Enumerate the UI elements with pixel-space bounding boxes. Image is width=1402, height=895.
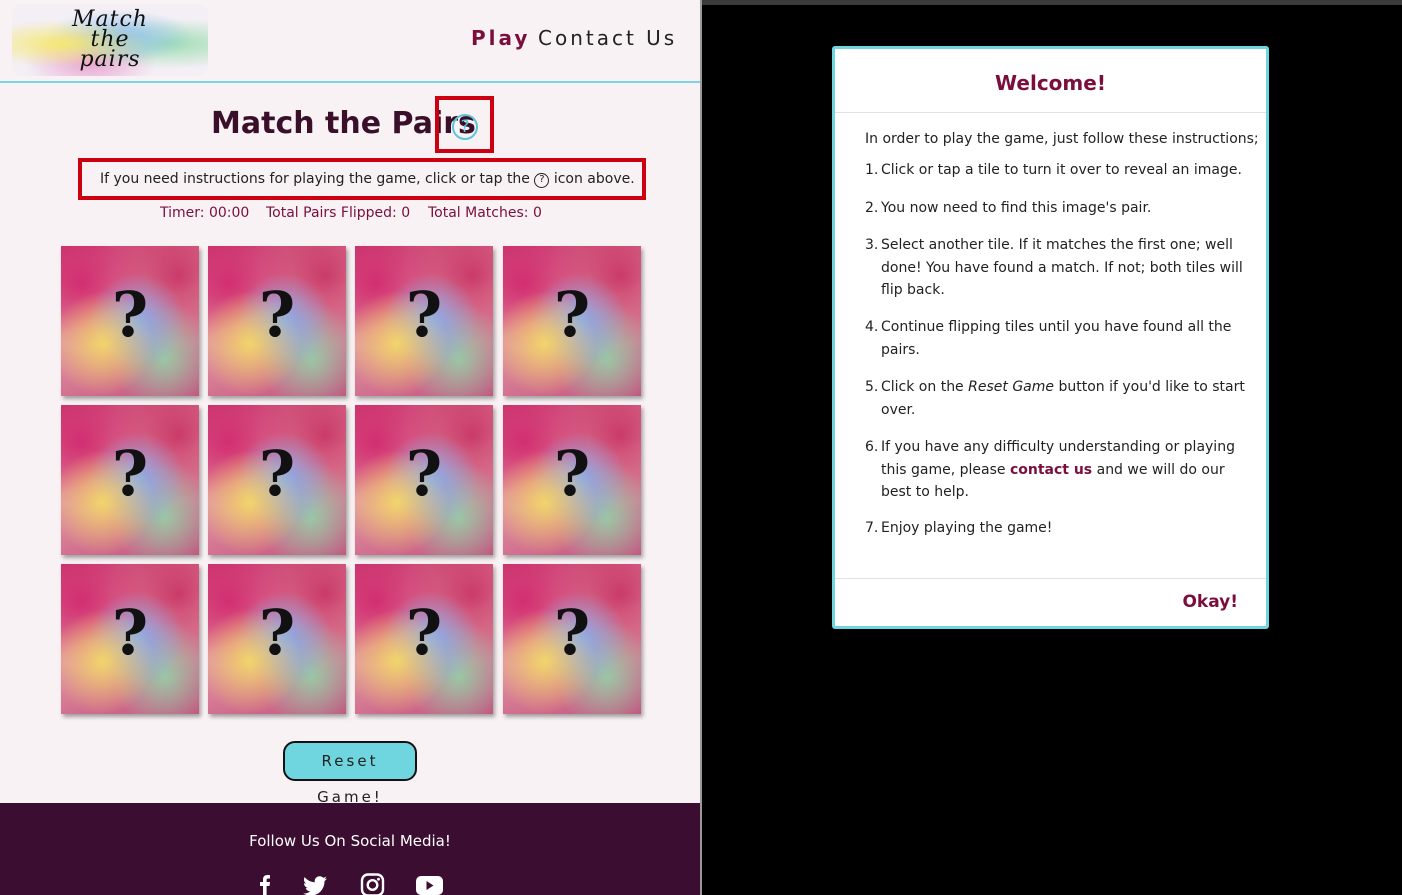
tile-question-mark: ? xyxy=(553,278,591,351)
game-tile[interactable]: ? xyxy=(61,246,199,396)
navbar: Match the pairs Play Contact Us xyxy=(0,0,700,83)
top-shadow-bar xyxy=(702,0,1402,5)
tile-question-mark: ? xyxy=(111,437,149,510)
instruction-step: 4. Continue flipping tiles until you hav… xyxy=(865,316,1249,361)
step-text: If you have any difficulty understanding… xyxy=(865,436,1249,504)
step-number: 1. xyxy=(865,162,879,178)
site-logo[interactable]: Match the pairs xyxy=(12,4,208,76)
modal-header: Welcome! xyxy=(835,49,1266,113)
game-tile[interactable]: ? xyxy=(355,246,493,396)
tile-question-mark: ? xyxy=(111,596,149,669)
game-tile[interactable]: ? xyxy=(61,405,199,555)
tile-question-mark: ? xyxy=(258,596,296,669)
matches-stat: Total Matches: 0 xyxy=(428,205,542,221)
help-highlight-box: ? xyxy=(435,96,494,153)
contact-us-link[interactable]: contact us xyxy=(1010,462,1092,478)
step-text: Continue flipping tiles until you have f… xyxy=(881,319,1232,358)
help-question-icon[interactable]: ? xyxy=(452,114,478,140)
logo-text: Match the pairs xyxy=(12,9,208,72)
tile-question-mark: ? xyxy=(405,437,443,510)
footer-follow-text: Follow Us On Social Media! xyxy=(249,832,451,850)
okay-button[interactable]: Okay! xyxy=(1182,592,1238,612)
instruction-step: 6. If you have any difficulty understand… xyxy=(865,436,1249,504)
step-text: Click or tap a tile to turn it over to r… xyxy=(881,162,1242,178)
instruction-step: 1. Click or tap a tile to turn it over t… xyxy=(865,159,1249,182)
game-tile[interactable]: ? xyxy=(61,564,199,714)
tile-question-mark: ? xyxy=(553,437,591,510)
game-tile[interactable]: ? xyxy=(503,246,641,396)
youtube-icon[interactable] xyxy=(414,873,444,895)
step-text: You now need to find this image's pair. xyxy=(881,200,1152,216)
game-tile[interactable]: ? xyxy=(355,405,493,555)
modal-title: Welcome! xyxy=(995,71,1106,95)
instructions-hint-end: icon above. xyxy=(553,171,635,187)
step-number: 7. xyxy=(865,520,879,536)
tile-question-mark: ? xyxy=(405,278,443,351)
twitter-icon[interactable] xyxy=(300,873,330,895)
logo-line-3: pairs xyxy=(79,47,141,72)
facebook-icon[interactable] xyxy=(250,873,280,895)
instructions-hint-text: If you need instructions for playing the… xyxy=(100,171,530,187)
tile-question-mark: ? xyxy=(258,437,296,510)
step-number: 3. xyxy=(865,237,879,253)
game-tile[interactable]: ? xyxy=(208,405,346,555)
nav-contact-link[interactable]: Contact Us xyxy=(538,26,677,50)
instruction-step: 7. Enjoy playing the game! xyxy=(865,517,1249,540)
game-tile[interactable]: ? xyxy=(503,564,641,714)
tile-question-mark: ? xyxy=(258,278,296,351)
instagram-icon[interactable] xyxy=(357,873,387,895)
step-text: Select another tile. If it matches the f… xyxy=(881,237,1243,298)
nav-play-link[interactable]: Play xyxy=(471,26,530,50)
game-tile[interactable]: ? xyxy=(503,405,641,555)
modal-footer-divider xyxy=(835,578,1266,579)
panel-divider xyxy=(700,0,702,895)
modal-intro: In order to play the game, just follow t… xyxy=(865,131,1259,147)
step-number: 2. xyxy=(865,200,879,216)
step-text: Enjoy playing the game! xyxy=(881,520,1053,536)
step-number: 6. xyxy=(865,439,879,455)
instruction-step: 5. Click on the Reset Game button if you… xyxy=(865,376,1249,421)
step-text: Click on the Reset Game button if you'd … xyxy=(865,376,1249,421)
instruction-step: 2. You now need to find this image's pai… xyxy=(865,197,1249,220)
timer-stat: Timer: 00:00 xyxy=(160,205,250,221)
game-tile[interactable]: ? xyxy=(208,564,346,714)
welcome-modal: Welcome! In order to play the game, just… xyxy=(832,46,1269,629)
step-text-emphasis: Reset Game xyxy=(968,379,1055,395)
tile-question-mark: ? xyxy=(553,596,591,669)
game-tile[interactable]: ? xyxy=(355,564,493,714)
tile-question-mark: ? xyxy=(111,278,149,351)
inline-question-icon: ? xyxy=(534,173,550,188)
game-page: Match the pairs Play Contact Us Match th… xyxy=(0,0,700,895)
instruction-step: 3. Select another tile. If it matches th… xyxy=(865,234,1249,302)
instructions-hint: If you need instructions for playing the… xyxy=(100,171,635,188)
instructions-highlight-box: If you need instructions for playing the… xyxy=(78,158,646,200)
step-text-pre: Click on the xyxy=(881,379,964,395)
step-number: 4. xyxy=(865,319,879,335)
reset-game-button[interactable]: Reset Game! xyxy=(283,741,417,806)
tile-question-mark: ? xyxy=(405,596,443,669)
step-number: 5. xyxy=(865,379,879,395)
pairs-flipped-stat: Total Pairs Flipped: 0 xyxy=(266,205,411,221)
footer: Follow Us On Social Media! xyxy=(0,803,700,895)
game-tile[interactable]: ? xyxy=(208,246,346,396)
